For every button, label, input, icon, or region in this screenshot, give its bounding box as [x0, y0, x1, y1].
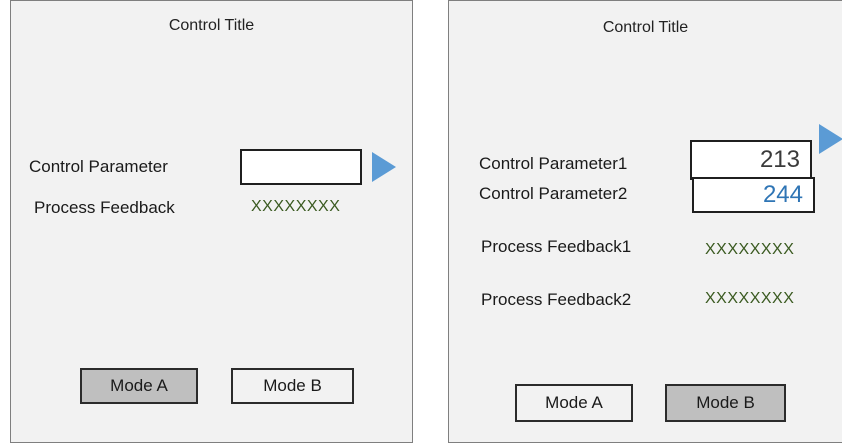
- mode-a-button[interactable]: Mode A: [515, 384, 633, 422]
- process-feedback1-label: Process Feedback1: [481, 237, 632, 256]
- control-parameter1-input[interactable]: [690, 140, 812, 180]
- process-feedback-label: Process Feedback: [34, 198, 175, 217]
- control-parameter2-label: Control Parameter2: [479, 184, 628, 203]
- triangle-right-icon[interactable]: [372, 152, 396, 182]
- panel-title: Control Title: [168, 17, 255, 34]
- process-feedback1-value: XXXXXXXX: [705, 241, 795, 258]
- process-feedback2-label: Process Feedback2: [481, 290, 632, 309]
- mode-a-button[interactable]: Mode A: [80, 368, 198, 404]
- control-panel-right: Control Title Control Parameter1 Control…: [448, 0, 842, 443]
- process-feedback2-value: XXXXXXXX: [705, 290, 795, 307]
- control-panel-left: Control Title Control Parameter Process …: [10, 0, 413, 443]
- control-parameter2-input[interactable]: [692, 177, 815, 213]
- mode-b-button[interactable]: Mode B: [231, 368, 354, 404]
- triangle-right-icon[interactable]: [819, 124, 842, 154]
- control-parameter-input[interactable]: [240, 149, 362, 185]
- control-parameter1-label: Control Parameter1: [479, 154, 628, 173]
- panel-title: Control Title: [602, 19, 689, 36]
- control-parameter-label: Control Parameter: [29, 157, 168, 176]
- mode-b-button[interactable]: Mode B: [665, 384, 786, 422]
- process-feedback-value: XXXXXXXX: [251, 198, 341, 215]
